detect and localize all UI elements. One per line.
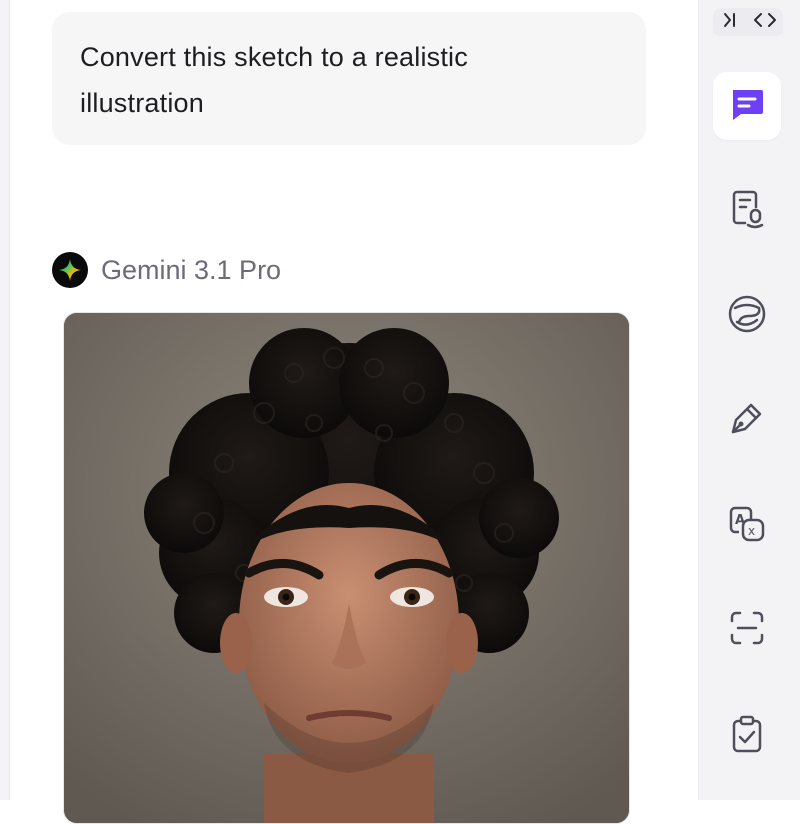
user-message-line-2: illustration [80,88,204,118]
translate-button[interactable]: Ax [713,492,781,560]
tasks-button[interactable] [713,702,781,770]
portrait-image [64,313,629,823]
right-sidebar: Ax [698,0,800,800]
user-message-line-1: Convert this sketch to a realistic [80,42,468,72]
svg-text:x: x [748,524,755,538]
generated-image[interactable] [63,312,630,824]
gemini-logo-icon [52,252,88,288]
top-toggle-group [713,8,783,36]
user-message-text: Convert this sketch to a realistic illus… [80,34,618,126]
web-chat-button[interactable] [713,282,781,350]
code-view-icon[interactable] [752,9,778,36]
document-search-icon [726,187,768,234]
window-left-edge [0,0,10,800]
write-button[interactable] [713,386,781,454]
model-name: Gemini 3.1 Pro [101,254,282,285]
chat-icon [727,84,767,129]
user-message-bubble: Convert this sketch to a realistic illus… [52,12,646,145]
chat-button[interactable] [713,72,781,140]
scan-text-button[interactable] [713,596,781,664]
model-header: Gemini 3.1 Pro [52,252,281,288]
scan-text-icon [726,607,768,654]
clipboard-check-icon [726,713,768,760]
chat-area: Convert this sketch to a realistic illus… [10,0,698,824]
translate-icon: Ax [725,502,769,551]
document-search-button[interactable] [713,176,781,244]
collapse-panel-icon[interactable] [719,9,741,36]
pen-icon [725,396,769,445]
globe-chat-icon [725,292,769,341]
